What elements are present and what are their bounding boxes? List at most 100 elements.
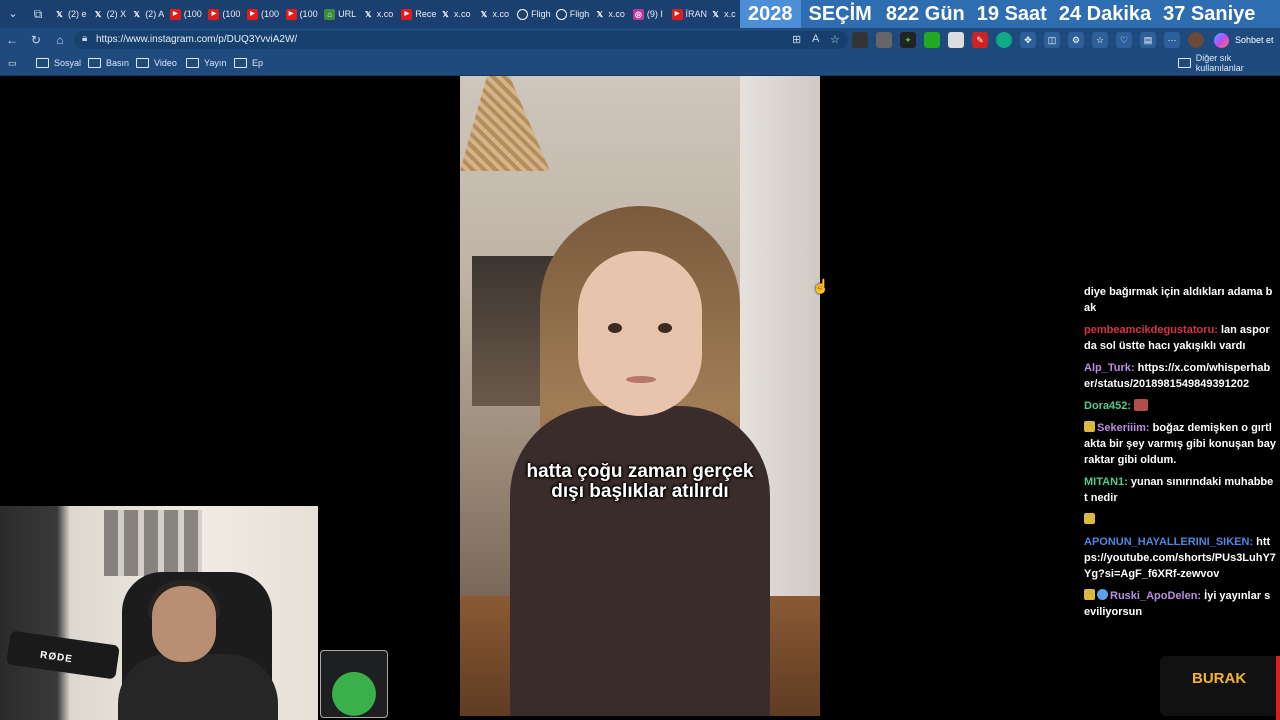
tab-title: x.co: [608, 9, 625, 19]
extension-icon[interactable]: [948, 32, 964, 48]
chat-username[interactable]: Sekeriiim:: [1097, 422, 1150, 434]
bookmark-folder-ep[interactable]: Ep: [234, 56, 263, 70]
browser-tab[interactable]: ⌂ URL: [324, 4, 363, 24]
chat-username[interactable]: APONUN_HAYALLERINI_SIKEN:: [1084, 536, 1253, 548]
video-person-face: [578, 251, 702, 416]
browser-tab[interactable]: 𝕏x.co: [363, 4, 402, 24]
more-options-icon[interactable]: ⋯: [1164, 32, 1180, 48]
x-logo-icon: 𝕏: [480, 9, 488, 19]
election-countdown-banner: 2028 SEÇİM 822 Gün 19 Saat 24 Dakika 37 …: [740, 0, 1280, 28]
extension-icon[interactable]: ✦: [900, 32, 916, 48]
chat-message: Dora452:: [1084, 398, 1276, 414]
browser-tab[interactable]: 𝕏x.co: [440, 4, 479, 24]
flight-tracker-icon: [517, 8, 529, 20]
browser-tab[interactable]: 𝕏 (2) A: [131, 4, 170, 24]
browser-tab[interactable]: ▶ (100: [285, 4, 325, 24]
other-favorites-folder[interactable]: Diğer sık kullanılanlar: [1178, 53, 1280, 73]
sidebar-toggle-icon[interactable]: ▭: [8, 56, 17, 70]
folder-icon: [186, 58, 199, 68]
bookmark-folder-sosyal[interactable]: Sosyal: [36, 56, 81, 70]
copilot-button[interactable]: Sohbet et: [1214, 31, 1274, 49]
chat-username[interactable]: Alp_Turk:: [1084, 362, 1135, 374]
browser-tab[interactable]: 𝕏x.co: [594, 4, 633, 24]
overlay-accent-bar: [1276, 656, 1280, 720]
workspaces-icon[interactable]: ⧉: [30, 6, 46, 22]
subtitle-line-1: hatta çoğu zaman gerçek: [526, 461, 754, 482]
tab-title: İRAN: [685, 9, 708, 19]
bookmark-folder-basin[interactable]: Basın: [88, 56, 129, 70]
countdown-minutes: 24 Dakika: [1058, 2, 1152, 25]
copilot-label: Sohbet et: [1235, 35, 1274, 45]
bookmark-folder-yayin[interactable]: Yayın: [186, 56, 226, 70]
collections-icon[interactable]: ▤: [1140, 32, 1156, 48]
tab-title: x.c: [724, 9, 736, 19]
chat-username[interactable]: MITAN1:: [1084, 476, 1128, 488]
streamer-body: [118, 654, 278, 720]
favorite-star-icon[interactable]: ☆: [830, 33, 840, 46]
browser-tab[interactable]: Fligh: [517, 4, 556, 24]
x-logo-icon: 𝕏: [442, 9, 449, 19]
chat-username[interactable]: Ruski_ApoDelen:: [1110, 590, 1201, 602]
favorites-icon[interactable]: ☆: [1092, 32, 1108, 48]
tab-list: 𝕏 (2) e 𝕏 (2) X 𝕏 (2) A ▶ (100 ▶ (100 ▶ (100 ▶ (100 ⌂ U…: [54, 4, 749, 24]
x-logo-icon: 𝕏: [712, 9, 719, 19]
chat-text: diye bağırmak için aldıkları adama bak: [1084, 286, 1273, 314]
extensions-puzzle-icon[interactable]: ✥: [1020, 32, 1036, 48]
extension-icon[interactable]: ⚙: [1068, 32, 1084, 48]
chat-badge-icon: [1084, 589, 1095, 600]
tab-title: (100: [183, 9, 202, 19]
extension-icon[interactable]: [876, 32, 892, 48]
extension-icon[interactable]: ✎: [972, 32, 988, 48]
bookmarks-bar: ▭ Sosyal Basın Video Yayın Ep Diğer sık …: [0, 52, 1280, 76]
read-aloud-icon[interactable]: A: [812, 33, 819, 45]
browser-tab[interactable]: 𝕏 (2) e: [54, 4, 93, 24]
site-info-icon[interactable]: 🔒︎: [82, 33, 87, 44]
subtitle-line-2: dışı başlıklar atılırdı: [551, 481, 729, 502]
extension-icon[interactable]: [852, 32, 868, 48]
chat-badge-icon: [1084, 421, 1095, 432]
instagram-video-player[interactable]: hatta çoğu zaman gerçek dışı başlıklar a…: [460, 76, 820, 716]
chat-message: MITAN1: yunan sınırındaki muhabbet nedir: [1084, 474, 1276, 506]
video-scene-lamp: [460, 76, 550, 171]
url-shortener-icon: ⌂: [324, 8, 336, 20]
profile-avatar[interactable]: [1188, 32, 1204, 48]
home-icon[interactable]: ⌂: [52, 32, 68, 48]
chat-username[interactable]: pembeamcikdegustatoru:: [1084, 324, 1218, 336]
x-logo-icon: 𝕏: [596, 9, 604, 19]
tab-actions-menu-icon[interactable]: ⌄: [4, 5, 22, 23]
countdown-days: 822 Gün: [885, 2, 965, 25]
back-icon[interactable]: ←: [4, 32, 20, 48]
browser-tab[interactable]: Fligh: [555, 4, 595, 24]
browser-tab[interactable]: 𝕏x.co: [479, 4, 518, 24]
extension-icon[interactable]: [996, 32, 1012, 48]
browser-tab[interactable]: ▶ (100: [208, 4, 247, 24]
countdown-year: 2028: [740, 0, 801, 28]
tab-title: x.co: [376, 9, 394, 19]
video-person-body: [510, 406, 770, 716]
tab-title: (100: [222, 9, 241, 19]
tab-title: x.co: [453, 9, 471, 19]
bookmark-folder-video[interactable]: Video: [136, 56, 177, 70]
browser-tab[interactable]: ▶ (100: [246, 4, 286, 24]
youtube-icon: ▶: [285, 8, 297, 20]
extension-icon[interactable]: [924, 32, 940, 48]
refresh-icon[interactable]: ↻: [28, 32, 44, 48]
streamer-webcam: RØDE: [0, 506, 318, 720]
url-text[interactable]: https://www.instagram.com/p/DUQ3YvviA2W/: [96, 34, 297, 45]
chat-badge-icon: [1097, 589, 1108, 600]
browser-tab[interactable]: 𝕏 (2) X: [93, 4, 132, 24]
app-available-icon[interactable]: ⊞: [792, 33, 801, 46]
address-bar[interactable]: 🔒︎ https://www.instagram.com/p/DUQ3YvviA…: [74, 31, 848, 49]
countdown-label: SEÇİM: [808, 2, 872, 25]
browser-essentials-icon[interactable]: ♡: [1116, 32, 1132, 48]
browser-tab[interactable]: ▶ Rece: [401, 4, 440, 24]
chat-username[interactable]: Dora452:: [1084, 400, 1131, 412]
split-screen-icon[interactable]: ◫: [1044, 32, 1060, 48]
browser-tab[interactable]: ◎ (9) I: [632, 4, 672, 24]
chat-message: Ruski_ApoDelen: İyi yayınlar seviliyorsu…: [1084, 588, 1276, 620]
browser-tab[interactable]: ▶ İRAN: [671, 4, 711, 24]
youtube-icon: ▶: [246, 8, 258, 20]
chat-message: Alp_Turk: https://x.com/whisperhaber/sta…: [1084, 360, 1276, 392]
browser-tab[interactable]: ▶ (100: [169, 4, 209, 24]
copilot-icon: [1214, 32, 1229, 48]
